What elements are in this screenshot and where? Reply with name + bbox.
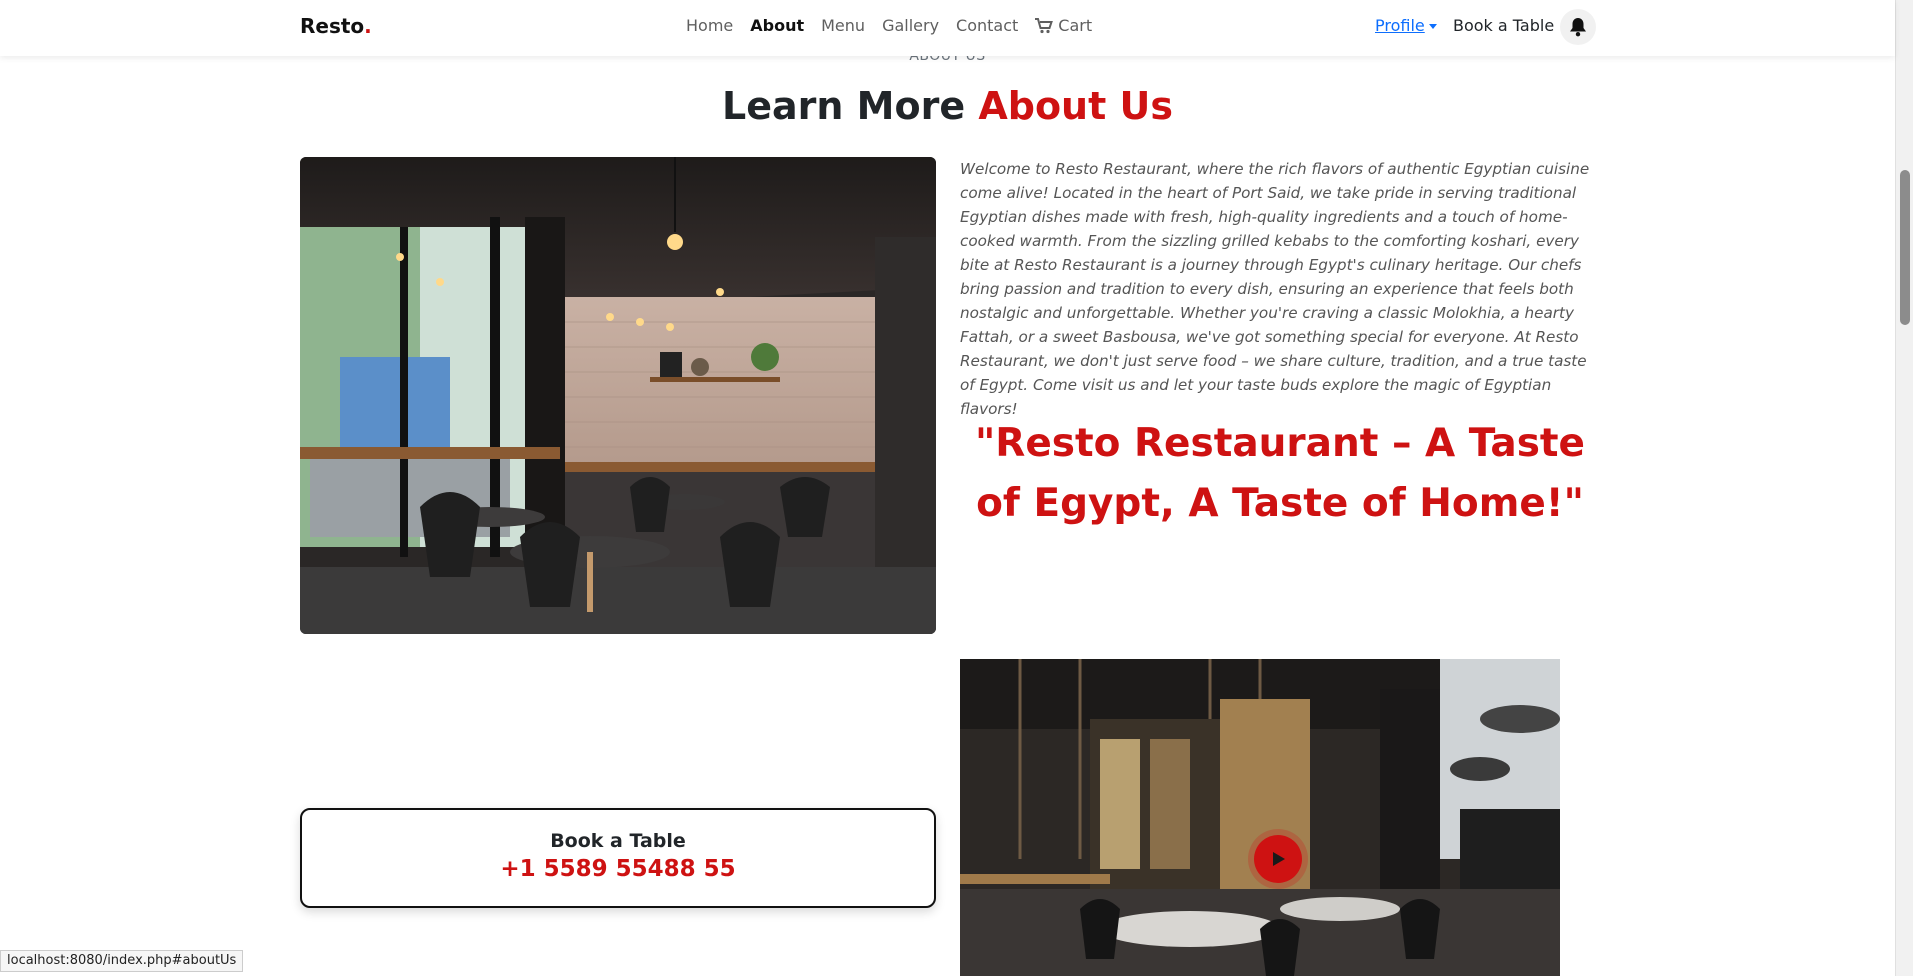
book-table-link[interactable]: Book a Table [1453, 16, 1554, 35]
nav-cart[interactable]: Cart [1035, 16, 1092, 35]
nav-menu[interactable]: Menu [821, 16, 865, 35]
nav-about[interactable]: About [750, 16, 804, 35]
play-icon [1273, 852, 1285, 866]
browser-status-url: localhost:8080/index.php#aboutUs [0, 950, 244, 972]
restaurant-dining-image [960, 659, 1560, 976]
title-accent: About Us [978, 84, 1173, 128]
cart-icon [1035, 17, 1054, 33]
nav-links: Home About Menu Gallery Contact Cart [686, 16, 1092, 35]
section-title: Learn More About Us [0, 84, 1895, 128]
chevron-down-icon [1428, 24, 1437, 29]
brand-logo[interactable]: Resto. [300, 14, 372, 38]
profile-dropdown[interactable]: Profile [1375, 16, 1437, 35]
about-paragraph: Welcome to Resto Restaurant, where the r… [960, 160, 1590, 418]
play-video-button[interactable] [1254, 835, 1302, 883]
cart-label: Cart [1058, 16, 1093, 35]
notification-button[interactable] [1560, 9, 1596, 45]
cafe-interior-image [300, 157, 936, 634]
book-card-title: Book a Table [550, 830, 686, 852]
nav-home[interactable]: Home [686, 16, 733, 35]
bell-icon [1570, 18, 1586, 37]
scrollbar-thumb[interactable] [1900, 170, 1910, 325]
nav-contact[interactable]: Contact [956, 16, 1018, 35]
brand-name: Resto [300, 14, 365, 38]
title-main: Learn More [722, 84, 979, 128]
page-scrollbar[interactable] [1895, 0, 1913, 976]
brand-dot: . [364, 14, 372, 38]
book-table-card[interactable]: Book a Table +1 5589 55488 55 [300, 808, 936, 908]
nav-gallery[interactable]: Gallery [882, 16, 939, 35]
book-card-phone[interactable]: +1 5589 55488 55 [302, 856, 934, 882]
top-navbar: Resto. Home About Menu Gallery Contact C… [0, 0, 1895, 56]
profile-label: Profile [1375, 16, 1425, 35]
tagline-quote: "Resto Restaurant – A Taste of Egypt, A … [974, 421, 1586, 526]
